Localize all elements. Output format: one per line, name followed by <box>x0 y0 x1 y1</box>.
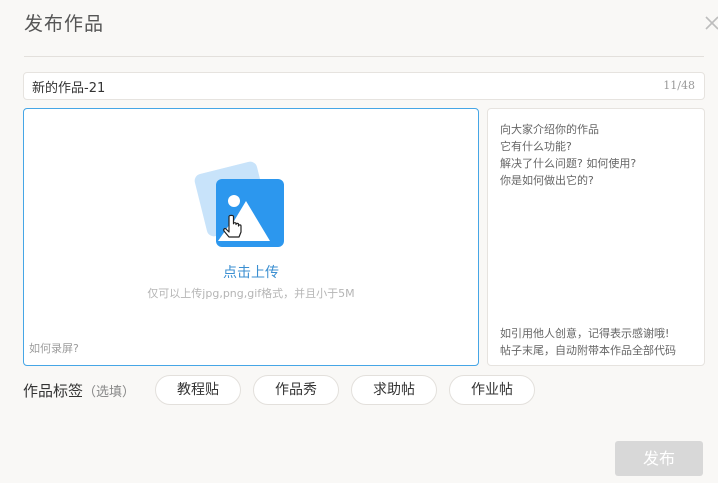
description-textarea[interactable]: 向大家介绍你的作品 它有什么功能? 解决了什么问题? 如何使用? 你是如何做出它… <box>487 108 705 366</box>
description-footer: 如引用他人创意，记得表示感谢哦! 帖子末尾，自动附带本作品全部代码 <box>500 325 676 359</box>
description-placeholder-line: 向大家介绍你的作品 <box>500 123 599 136</box>
screen-record-help-link[interactable]: 如何录屏? <box>29 340 79 356</box>
character-counter: 11/48 <box>663 79 695 92</box>
upload-hint: 仅可以上传jpg,png,gif格式，并且小于5M <box>147 287 355 300</box>
description-placeholder: 向大家介绍你的作品 它有什么功能? 解决了什么问题? 如何使用? 你是如何做出它… <box>500 121 636 189</box>
tag-help[interactable]: 求助帖 <box>351 375 437 405</box>
tags-label-text: 作品标签 <box>23 382 84 400</box>
tag-tutorial[interactable]: 教程贴 <box>155 375 241 405</box>
description-placeholder-line: 它有什么功能? <box>500 140 572 153</box>
tags-label: 作品标签（选填） <box>23 380 135 401</box>
description-placeholder-line: 解决了什么问题? 如何使用? <box>500 157 637 170</box>
upload-cta[interactable]: 点击上传 <box>24 262 478 282</box>
description-footer-line: 如引用他人创意，记得表示感谢哦! <box>500 327 670 340</box>
tags-optional-text: （选填） <box>83 385 136 400</box>
tag-showcase[interactable]: 作品秀 <box>253 375 339 405</box>
publish-button[interactable]: 发布 <box>615 441 703 476</box>
image-upload-icon <box>194 161 284 247</box>
header-divider <box>24 56 704 57</box>
work-name-input[interactable] <box>32 76 632 96</box>
work-name-field[interactable]: 11/48 <box>23 72 705 100</box>
dialog-title: 发布作品 <box>24 13 105 35</box>
tag-homework[interactable]: 作业帖 <box>449 375 535 405</box>
close-icon[interactable] <box>699 10 718 36</box>
description-placeholder-line: 你是如何做出它的? <box>500 174 594 187</box>
description-footer-line: 帖子末尾，自动附带本作品全部代码 <box>500 344 676 357</box>
upload-area[interactable]: 点击上传 仅可以上传jpg,png,gif格式，并且小于5M 如何录屏? <box>23 108 479 366</box>
